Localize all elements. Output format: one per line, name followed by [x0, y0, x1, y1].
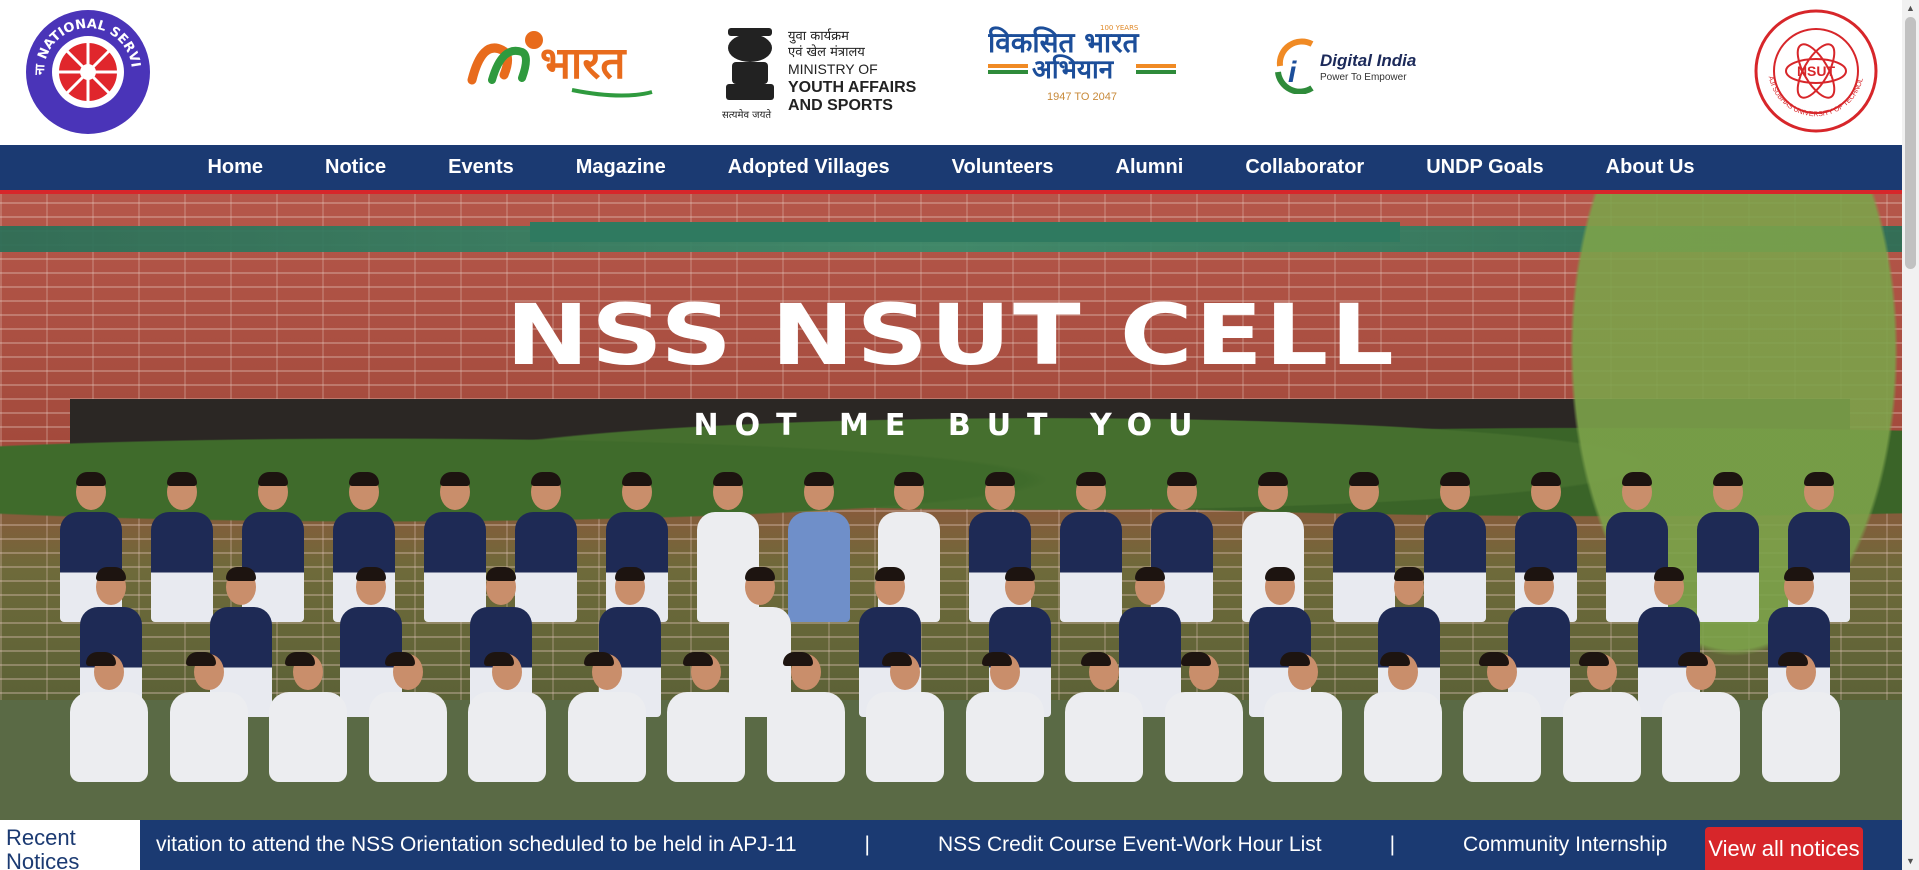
nav-item-magazine[interactable]: Magazine — [545, 156, 697, 179]
page: राष्ट्रीय सेवा योजना NATIONAL SERVICE SC… — [0, 0, 1919, 870]
ticker-notice-item[interactable]: Community Internship — [1463, 833, 1667, 857]
group-photo-front-row — [60, 652, 1850, 782]
svg-text:Power To Empower: Power To Empower — [1320, 72, 1407, 83]
person — [1363, 652, 1442, 782]
ticker-notice-item[interactable]: NSS Credit Course Event-Work Hour List — [938, 833, 1322, 857]
svg-text:सत्यमेव जयते: सत्यमेव जयते — [722, 109, 771, 121]
ticker-label: Recent Notices — [0, 820, 140, 870]
nav-item-home[interactable]: Home — [176, 156, 294, 179]
ministry-youth-affairs-logo[interactable]: सत्यमेव जयते युवा कार्यक्रम एवं खेल मंत्… — [718, 18, 923, 124]
person — [169, 652, 248, 782]
view-all-notices-button[interactable]: View all notices — [1705, 827, 1863, 870]
digital-india-logo[interactable]: i Digital India Power To Empower — [1272, 36, 1422, 94]
hero-title: NSS NSUT CELL — [505, 286, 1397, 384]
notice-ticker: Recent Notices vitation to attend the NS… — [0, 820, 1902, 870]
page-scrollbar[interactable]: ▲ ▼ — [1902, 0, 1919, 870]
ticker-marquee: vitation to attend the NSS Orientation s… — [156, 820, 1667, 870]
ticker-separator: | — [1389, 833, 1396, 856]
nav-item-collaborator[interactable]: Collaborator — [1214, 156, 1395, 179]
scroll-down-arrow-icon[interactable]: ▼ — [1902, 853, 1919, 870]
nav-item-volunteers[interactable]: Volunteers — [921, 156, 1085, 179]
person — [965, 652, 1044, 782]
nav-item-events[interactable]: Events — [417, 156, 545, 179]
person — [468, 652, 547, 782]
hero-subtitle: NOT ME BUT YOU — [693, 408, 1209, 443]
person — [1761, 652, 1840, 782]
person — [766, 652, 845, 782]
scrollbar-thumb[interactable] — [1905, 17, 1916, 269]
ticker-notice-item[interactable]: vitation to attend the NSS Orientation s… — [156, 833, 797, 857]
svg-text:MINISTRY OF: MINISTRY OF — [788, 61, 878, 77]
person — [866, 652, 945, 782]
person — [269, 652, 348, 782]
scroll-up-arrow-icon[interactable]: ▲ — [1902, 0, 1919, 17]
nav-item-alumni[interactable]: Alumni — [1085, 156, 1215, 179]
nav-item-about-us[interactable]: About Us — [1575, 156, 1726, 179]
svg-text:i: i — [1288, 56, 1297, 89]
hero-wall-band-upper — [530, 222, 1400, 242]
person — [1662, 652, 1741, 782]
my-bharat-logo[interactable]: भारत — [462, 20, 658, 108]
site-header: राष्ट्रीय सेवा योजना NATIONAL SERVICE SC… — [0, 0, 1902, 145]
svg-text:1947 TO 2047: 1947 TO 2047 — [1047, 91, 1117, 103]
ticker-separator: | — [864, 833, 870, 856]
svg-text:अभियान: अभियान — [1032, 54, 1115, 85]
person — [1065, 652, 1144, 782]
person — [70, 652, 148, 782]
nav-item-undp-goals[interactable]: UNDP Goals — [1395, 156, 1574, 179]
svg-text:भारत: भारत — [540, 38, 627, 89]
viksit-bharat-logo[interactable]: विकसित भारत 100 YEARS अभियान 1947 TO 204… — [988, 22, 1176, 106]
person — [1264, 652, 1343, 782]
main-nav: Home Notice Events Magazine Adopted Vill… — [0, 145, 1902, 190]
person — [667, 652, 746, 782]
nav-item-adopted-villages[interactable]: Adopted Villages — [697, 156, 921, 179]
person — [567, 652, 646, 782]
person — [1463, 652, 1542, 782]
nsut-logo[interactable]: NSUT NETAJI SUBHAS UNIVERSITY OF TECHNOL… — [1750, 3, 1879, 134]
svg-text:AND SPORTS: AND SPORTS — [788, 97, 893, 114]
svg-text:100 YEARS: 100 YEARS — [1100, 24, 1139, 32]
svg-text:युवा कार्यक्रम: युवा कार्यक्रम — [788, 28, 849, 44]
svg-text:NSUT: NSUT — [1797, 63, 1836, 79]
hero-banner: NSS NSUT CELL NOT ME BUT YOU — [0, 194, 1902, 820]
person — [1562, 652, 1641, 782]
group-photo — [60, 472, 1850, 820]
nav-item-notice[interactable]: Notice — [294, 156, 417, 179]
svg-text:एवं खेल मंत्रालय: एवं खेल मंत्रालय — [788, 44, 865, 60]
person — [1164, 652, 1243, 782]
person — [368, 652, 447, 782]
svg-text:YOUTH AFFAIRS: YOUTH AFFAIRS — [788, 79, 917, 96]
nss-logo[interactable]: राष्ट्रीय सेवा योजना NATIONAL SERVICE SC… — [18, 0, 152, 136]
svg-text:Digital India: Digital India — [1320, 51, 1416, 70]
